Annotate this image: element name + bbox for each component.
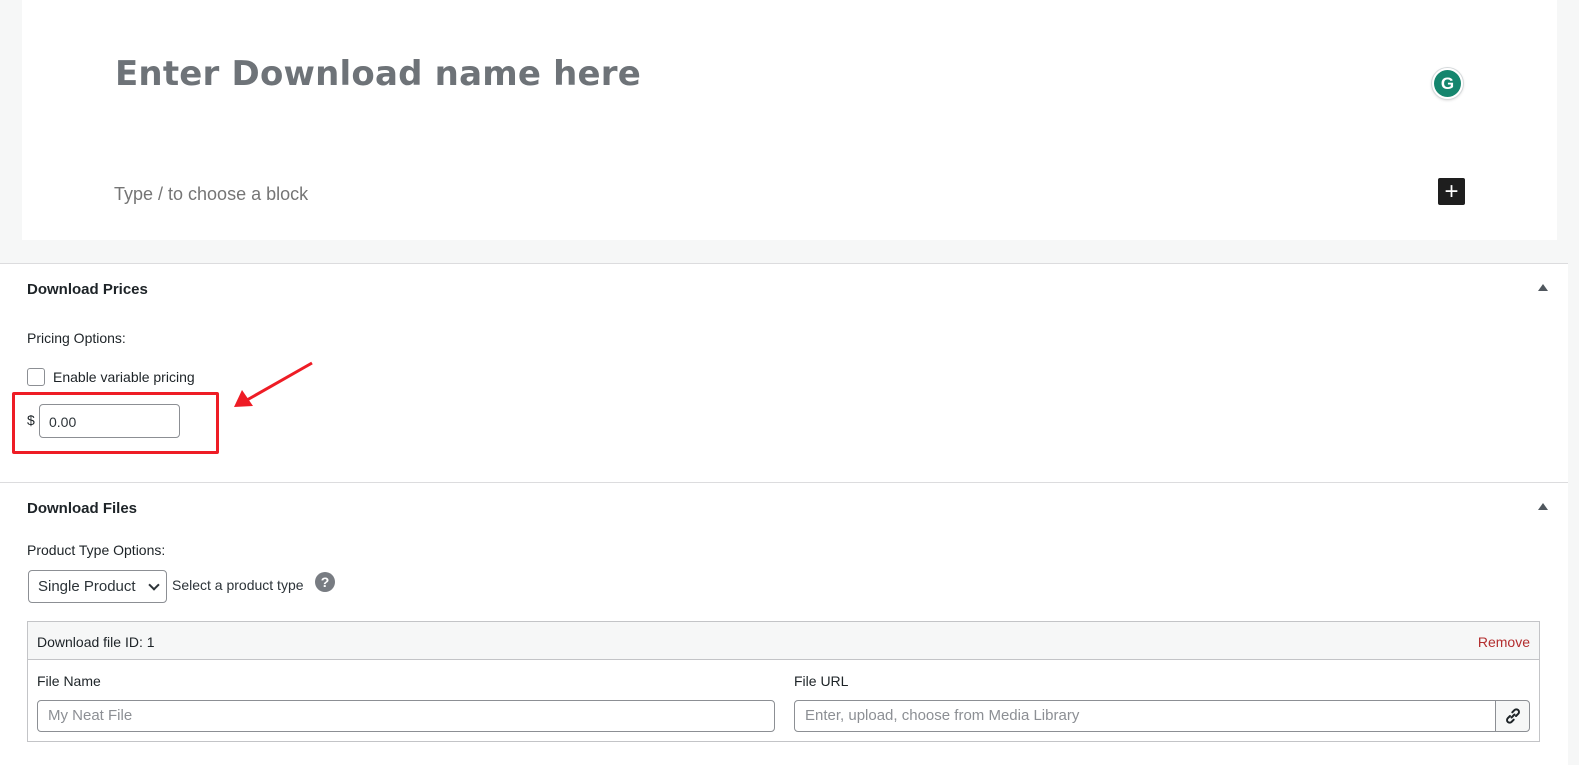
download-files-title[interactable]: Download Files bbox=[27, 500, 137, 517]
pricing-options-label: Pricing Options: bbox=[27, 330, 126, 346]
editor-area: Enter Download name here G Type / to cho… bbox=[0, 0, 1579, 263]
download-prices-title[interactable]: Download Prices bbox=[27, 281, 148, 298]
download-prices-metabox: Download Prices Pricing Options: Enable … bbox=[0, 263, 1568, 482]
file-name-input[interactable]: My Neat File bbox=[37, 700, 775, 732]
media-library-button[interactable] bbox=[1495, 700, 1530, 732]
currency-symbol: $ bbox=[27, 412, 35, 428]
file-row-header: Download file ID: 1 Remove bbox=[28, 622, 1539, 660]
file-name-label: File Name bbox=[37, 673, 101, 689]
remove-file-link[interactable]: Remove bbox=[1478, 634, 1530, 650]
download-file-row: Download file ID: 1 Remove File Name My … bbox=[27, 621, 1540, 742]
grammarly-icon[interactable]: G bbox=[1432, 68, 1463, 99]
annotation-arrow-icon bbox=[234, 361, 313, 407]
chevron-down-icon bbox=[148, 579, 160, 591]
collapse-arrow-icon[interactable] bbox=[1538, 503, 1548, 510]
product-type-help-text: Select a product type bbox=[172, 577, 304, 593]
grammarly-logo: G bbox=[1434, 70, 1461, 97]
price-input[interactable]: 0.00 bbox=[39, 404, 180, 438]
product-type-selected: Single Product bbox=[38, 578, 136, 595]
product-type-label: Product Type Options: bbox=[27, 542, 166, 558]
collapse-arrow-icon[interactable] bbox=[1538, 284, 1548, 291]
block-appender-prompt[interactable]: Type / to choose a block bbox=[114, 184, 308, 205]
editor-canvas: Enter Download name here G Type / to cho… bbox=[22, 0, 1557, 240]
add-block-button[interactable]: + bbox=[1438, 178, 1465, 205]
file-url-input[interactable]: Enter, upload, choose from Media Library bbox=[794, 700, 1498, 732]
file-url-label: File URL bbox=[794, 673, 849, 689]
file-id-label: Download file ID: 1 bbox=[37, 634, 155, 650]
variable-pricing-checkbox[interactable] bbox=[27, 368, 45, 386]
variable-pricing-label[interactable]: Enable variable pricing bbox=[53, 369, 195, 385]
post-title-input[interactable]: Enter Download name here bbox=[115, 54, 641, 94]
product-type-select[interactable]: Single Product bbox=[28, 570, 167, 603]
download-files-metabox: Download Files Product Type Options: Sin… bbox=[0, 482, 1568, 765]
plus-icon: + bbox=[1444, 177, 1459, 205]
link-icon bbox=[1505, 708, 1520, 724]
help-icon[interactable]: ? bbox=[315, 572, 335, 592]
